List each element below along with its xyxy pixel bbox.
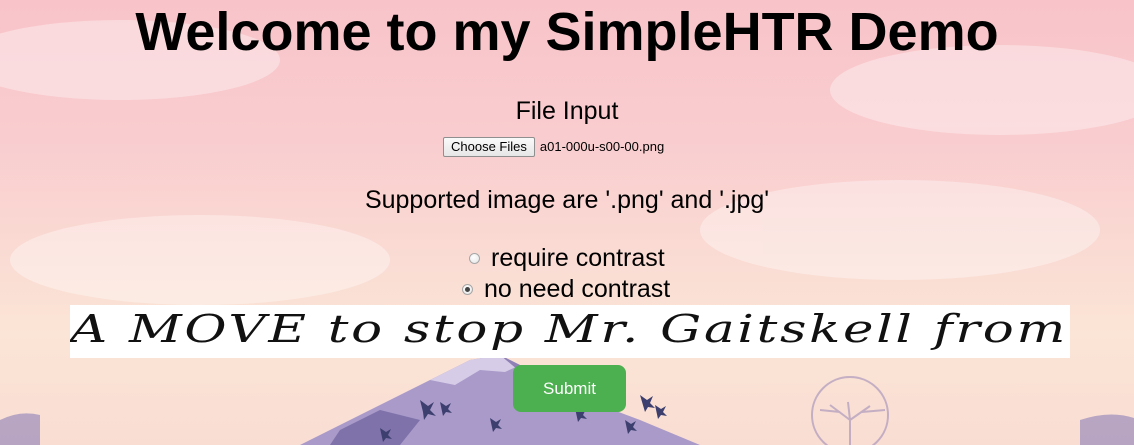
require-contrast-radio[interactable] bbox=[469, 252, 480, 264]
file-input-label: File Input bbox=[515, 97, 619, 125]
choose-files-button[interactable]: Choose Files bbox=[443, 137, 535, 157]
no-need-contrast-option[interactable]: no need contrast bbox=[462, 274, 670, 304]
handwritten-text: A MOVE to stop Mr. Gaitskell from bbox=[70, 307, 1068, 351]
supported-formats-text: Supported image are '.png' and '.jpg' bbox=[364, 186, 770, 214]
require-contrast-label: require contrast bbox=[491, 244, 665, 272]
file-input[interactable]: Choose Files a01-000u-s00-00.png bbox=[443, 137, 664, 157]
no-need-contrast-label: no need contrast bbox=[484, 275, 671, 303]
no-need-contrast-radio[interactable] bbox=[462, 283, 473, 295]
mountain-shape bbox=[300, 355, 700, 445]
handwriting-image-preview: A MOVE to stop Mr. Gaitskell from bbox=[70, 305, 1070, 358]
tree-silhouette bbox=[811, 376, 889, 445]
submit-button[interactable]: Submit bbox=[513, 365, 626, 412]
page-title: Welcome to my SimpleHTR Demo bbox=[135, 2, 999, 62]
selected-file-name: a01-000u-s00-00.png bbox=[539, 139, 665, 154]
require-contrast-option[interactable]: require contrast bbox=[469, 243, 665, 273]
